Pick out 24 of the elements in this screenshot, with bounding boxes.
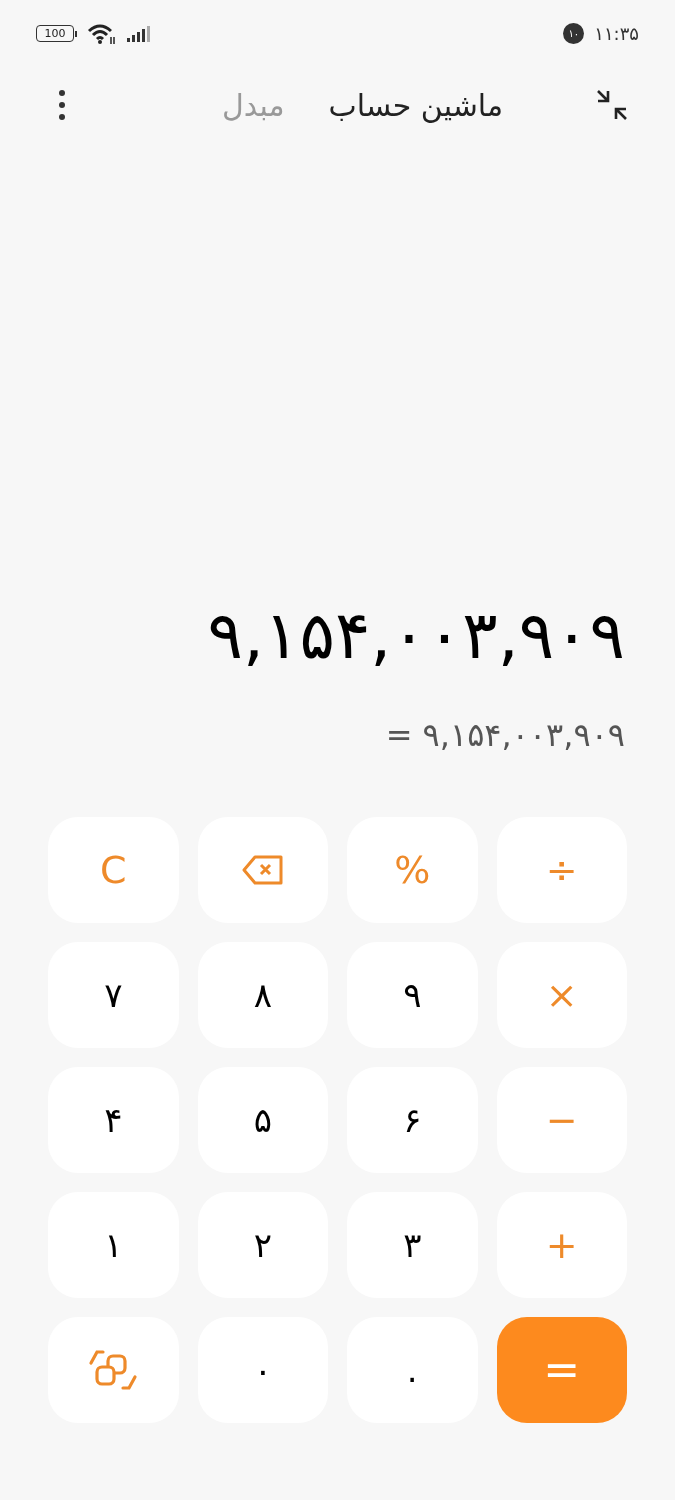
clock: ۱۱:۳۵ <box>594 22 639 46</box>
digit-key[interactable]: ۳ <box>347 1192 478 1298</box>
wifi-icon <box>87 22 117 45</box>
result-display: = ۹,۱۵۴,۰۰۳,۹۰۹ <box>385 719 625 751</box>
digit-key[interactable]: ۴ <box>48 1067 179 1173</box>
digit-key[interactable]: ۶ <box>347 1067 478 1173</box>
digit-key[interactable]: ۵ <box>197 1067 328 1173</box>
digit-key[interactable]: ۷ <box>48 942 179 1048</box>
digit-key[interactable]: ۰ <box>197 1317 328 1423</box>
backspace-icon <box>240 854 285 886</box>
digit-key[interactable]: ۹ <box>347 942 478 1048</box>
mode-tab[interactable]: ماشین حساب <box>328 82 504 128</box>
expression-display: ۹,۱۵۴,۰۰۳,۹۰۹ <box>207 603 625 669</box>
digit-key[interactable]: ۲ <box>197 1192 328 1298</box>
collapse-icon[interactable] <box>595 88 629 122</box>
more-options-icon[interactable] <box>58 89 66 121</box>
converter-key[interactable] <box>48 1317 179 1423</box>
notification-badge: ۱۰ <box>563 23 585 44</box>
digit-key[interactable]: . <box>347 1317 478 1423</box>
signal-icon <box>127 25 153 42</box>
battery-icon: 100 <box>36 25 77 42</box>
shapes-swap-icon <box>88 1347 139 1393</box>
digit-key[interactable]: ۸ <box>197 942 328 1048</box>
digit-key[interactable]: ۱ <box>48 1192 179 1298</box>
